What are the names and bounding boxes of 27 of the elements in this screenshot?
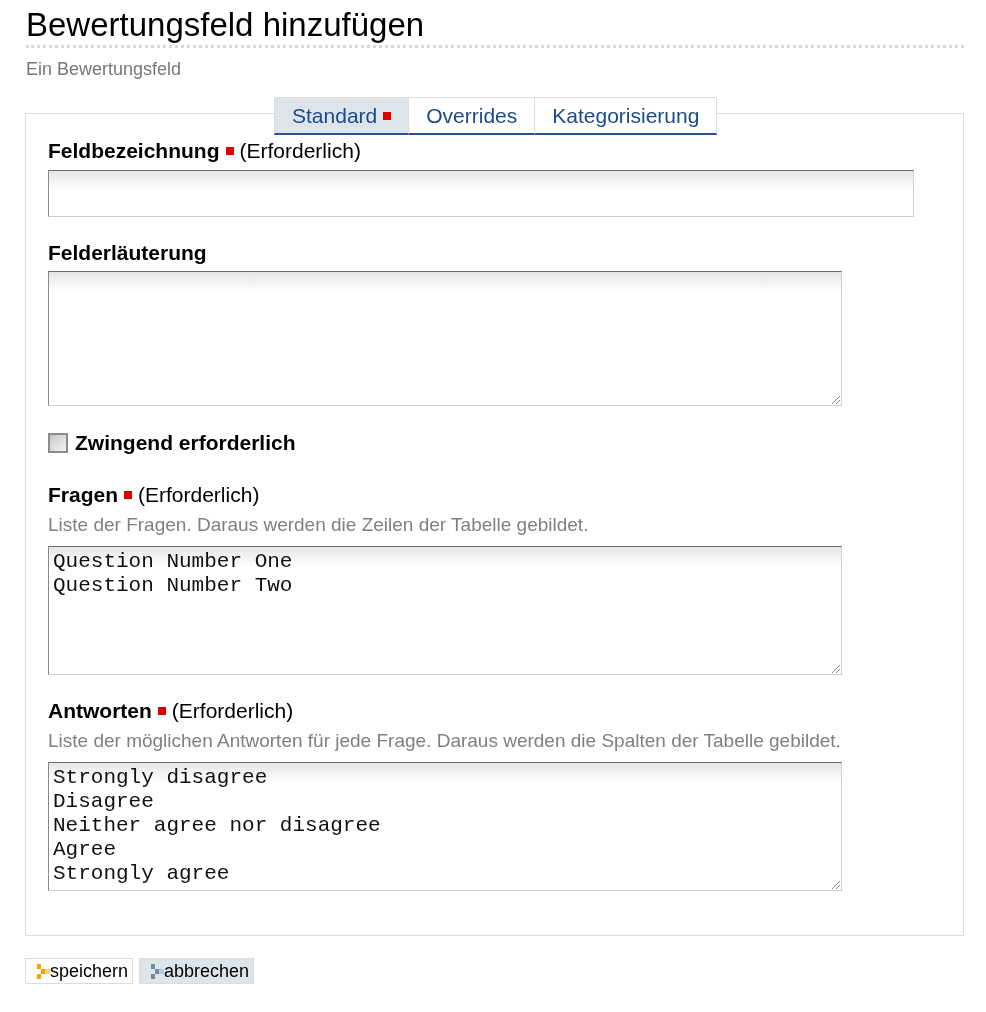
page-title: Bewertungsfeld hinzufügen [25, 6, 425, 44]
required-note: (Erforderlich) [239, 139, 361, 163]
page-subtitle: Ein Bewertungsfeld [25, 59, 182, 79]
help-text: Liste der Fragen. Daraus werden die Zeilen der Tabelle gebildet. [48, 515, 589, 535]
arrow-icon [37, 963, 50, 979]
resize-handle-icon[interactable] [831, 395, 840, 404]
help-text: Liste der möglichen Antworten für jede Frage. Daraus werden die Spalten der Tabelle gebildet. [48, 731, 841, 751]
save-button[interactable]: speichern [25, 958, 134, 984]
checkbox-label: Zwingend erforderlich [75, 431, 296, 455]
tab[interactable]: Overrides [409, 97, 536, 135]
required-note: (Erforderlich) [138, 483, 260, 507]
field-label: Felderläuterung [48, 241, 207, 265]
cancel-button[interactable]: abbrechen [139, 958, 255, 984]
field-label: Feldbezeichnung [48, 139, 220, 163]
resize-handle-icon[interactable] [831, 880, 840, 889]
field-label: Antworten [48, 699, 152, 723]
arrow-icon [151, 963, 165, 979]
checkbox[interactable] [48, 433, 68, 453]
tab[interactable]: Standard [274, 97, 410, 135]
field-label: Fragen [48, 483, 118, 507]
textarea-field[interactable] [48, 271, 842, 406]
required-note: (Erforderlich) [171, 699, 294, 723]
textarea-field[interactable]: Question Number One Question Number Two [48, 546, 842, 675]
textarea-field[interactable]: Strongly disagree Disagree Neither agree nor disagree Agree Strongly agree [48, 762, 842, 891]
tab[interactable]: Kategorisierung [535, 97, 718, 135]
resize-handle-icon[interactable] [831, 664, 840, 673]
text-input-field[interactable] [48, 170, 914, 217]
